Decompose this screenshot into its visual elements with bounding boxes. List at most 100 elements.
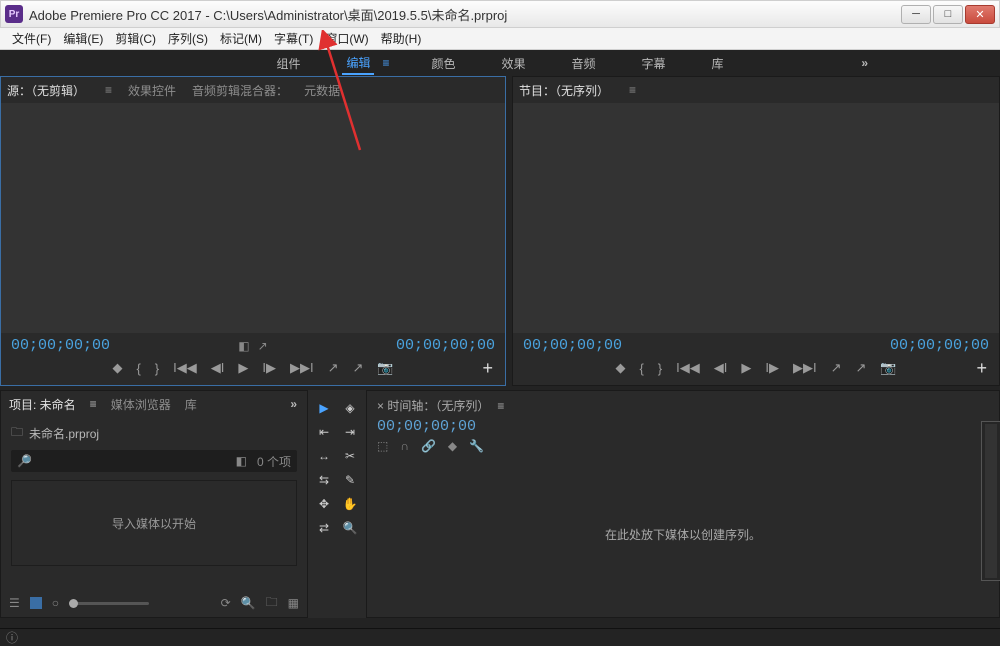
play-button[interactable]: ▶ xyxy=(741,360,751,376)
go-end-button[interactable]: ▶▶I xyxy=(290,360,314,376)
workspace-library[interactable]: 库 xyxy=(708,53,728,74)
type-tool[interactable]: ⇄ xyxy=(316,520,332,536)
menu-clip[interactable]: 剪辑(C) xyxy=(109,28,162,49)
source-time-out: 00;00;00;00 xyxy=(396,337,495,354)
status-icon: ⓘ xyxy=(6,629,18,646)
workspace-assembly[interactable]: 组件 xyxy=(272,53,304,74)
freeform-view-button[interactable]: ○ xyxy=(52,596,59,610)
go-end-button[interactable]: ▶▶I xyxy=(793,360,817,376)
overwrite-button[interactable]: ↗ xyxy=(352,360,363,376)
marker-button[interactable]: ◆ xyxy=(615,360,625,376)
status-bar: ⓘ xyxy=(0,628,1000,646)
play-button[interactable]: ▶ xyxy=(238,360,248,376)
project-drop-area[interactable]: 导入媒体以开始 xyxy=(11,480,297,566)
panel-menu-icon[interactable]: ≡ xyxy=(105,83,112,97)
rolling-edit-tool[interactable]: ⇥ xyxy=(342,424,358,440)
step-back-button[interactable]: ◀I xyxy=(714,360,728,376)
link-toggle[interactable]: 🔗 xyxy=(421,439,436,453)
button-editor[interactable]: + xyxy=(482,358,493,379)
go-start-button[interactable]: I◀◀ xyxy=(676,360,700,376)
source-viewport xyxy=(1,103,505,333)
mark-out-button[interactable]: } xyxy=(658,361,662,376)
button-editor[interactable]: + xyxy=(976,358,987,379)
export-frame-icon[interactable]: ↗ xyxy=(258,339,268,353)
slide-tool[interactable]: ✥ xyxy=(316,496,332,512)
maximize-button[interactable]: □ xyxy=(933,5,963,24)
step-forward-button[interactable]: I▶ xyxy=(765,360,779,376)
camera-button[interactable]: 📷 xyxy=(880,360,896,376)
tab-media-browser[interactable]: 媒体浏览器 xyxy=(111,396,171,413)
find-button[interactable]: 🔍 xyxy=(241,596,256,610)
lift-button[interactable]: ↗ xyxy=(831,360,842,376)
step-forward-button[interactable]: I▶ xyxy=(262,360,276,376)
step-back-button[interactable]: ◀I xyxy=(211,360,225,376)
menu-title[interactable]: 字幕(T) xyxy=(268,28,319,49)
audio-meter xyxy=(981,421,1000,581)
tab-program[interactable]: 节目：（无序列） xyxy=(519,82,609,99)
marker-button[interactable]: ◆ xyxy=(112,360,122,376)
tab-library[interactable]: 库 xyxy=(185,396,197,413)
minimize-button[interactable]: ─ xyxy=(901,5,931,24)
timeline-tab[interactable]: × 时间轴：（无序列） xyxy=(377,397,489,414)
selection-tool[interactable]: ▶ xyxy=(316,400,332,416)
zoom-tool[interactable]: 🔍 xyxy=(342,520,358,536)
workspace-audio[interactable]: 音频 xyxy=(568,53,600,74)
magnet-toggle[interactable]: ∩ xyxy=(400,439,409,453)
tab-effect-controls[interactable]: 效果控件 xyxy=(128,82,176,99)
tab-metadata[interactable]: 元数据 xyxy=(304,82,340,99)
panel-menu-icon[interactable]: ≡ xyxy=(629,83,636,97)
filter-icon[interactable]: ◧ xyxy=(236,454,247,468)
window-title: Adobe Premiere Pro CC 2017 - C:\Users\Ad… xyxy=(29,5,901,24)
snap-toggle[interactable]: ⬚ xyxy=(377,439,388,453)
tab-source[interactable]: 源：（无剪辑） xyxy=(7,82,85,99)
workspace-color[interactable]: 颜色 xyxy=(427,53,459,74)
menu-window[interactable]: 窗口(W) xyxy=(319,28,374,49)
ripple-edit-tool[interactable]: ⇤ xyxy=(316,424,332,440)
source-transport: ◆ { } I◀◀ ◀I ▶ I▶ ▶▶I ↗ ↗ 📷 + xyxy=(1,356,505,380)
new-bin-button[interactable]: 🗀 xyxy=(266,593,278,614)
zoom-slider[interactable] xyxy=(69,602,149,605)
rate-stretch-tool[interactable]: ↔ xyxy=(316,448,332,464)
panel-menu-icon[interactable]: ≡ xyxy=(90,397,97,411)
pen-tool[interactable]: ✎ xyxy=(342,472,358,488)
menu-file[interactable]: 文件(F) xyxy=(6,28,57,49)
camera-button[interactable]: 📷 xyxy=(377,360,393,376)
insert-button[interactable]: ↗ xyxy=(328,360,339,376)
workspace-titles[interactable]: 字幕 xyxy=(638,53,670,74)
workspace-editing[interactable]: 编辑 xyxy=(342,52,374,75)
search-icon: 🔎 xyxy=(17,454,32,468)
auto-match-button[interactable]: ⟳ xyxy=(221,596,231,610)
slip-tool[interactable]: ⇆ xyxy=(316,472,332,488)
mark-out-button[interactable]: } xyxy=(155,361,159,376)
workspace-effects[interactable]: 效果 xyxy=(498,53,530,74)
menu-help[interactable]: 帮助(H) xyxy=(375,28,428,49)
menu-marker[interactable]: 标记(M) xyxy=(214,28,268,49)
razor-tool[interactable]: ✂ xyxy=(342,448,358,464)
icon-view-button[interactable] xyxy=(30,597,42,609)
tab-project[interactable]: 项目: 未命名 xyxy=(9,396,76,413)
tabs-overflow[interactable]: » xyxy=(290,397,299,411)
mark-in-button[interactable]: { xyxy=(639,361,643,376)
menu-sequence[interactable]: 序列(S) xyxy=(162,28,214,49)
track-select-tool[interactable]: ◈ xyxy=(342,400,358,416)
settings-button[interactable]: 🔧 xyxy=(469,439,484,453)
menu-edit[interactable]: 编辑(E) xyxy=(57,28,109,49)
search-input[interactable] xyxy=(38,454,230,468)
project-search[interactable]: 🔎 ◧ 0 个项 xyxy=(11,450,297,472)
workspace-more[interactable]: » xyxy=(861,56,870,70)
close-button[interactable]: ✕ xyxy=(965,5,995,24)
burger-icon[interactable]: ≡ xyxy=(382,56,389,70)
go-start-button[interactable]: I◀◀ xyxy=(173,360,197,376)
new-item-button[interactable]: ▦ xyxy=(288,596,299,610)
tab-audio-mixer[interactable]: 音频剪辑混合器： xyxy=(192,82,288,99)
hand-tool[interactable]: ✋ xyxy=(342,496,358,512)
source-time-in: 00;00;00;00 xyxy=(11,337,110,354)
mark-in-button[interactable]: { xyxy=(136,361,140,376)
marker-toggle[interactable]: ◆ xyxy=(448,439,457,453)
app-icon: Pr xyxy=(5,5,23,23)
list-view-button[interactable]: ☰ xyxy=(9,596,20,610)
panel-menu-icon[interactable]: ≡ xyxy=(497,399,504,413)
fit-icon[interactable]: ◧ xyxy=(238,339,249,353)
extract-button[interactable]: ↗ xyxy=(855,360,866,376)
timeline-drop-area[interactable]: 在此处放下媒体以创建序列。 xyxy=(377,457,989,611)
